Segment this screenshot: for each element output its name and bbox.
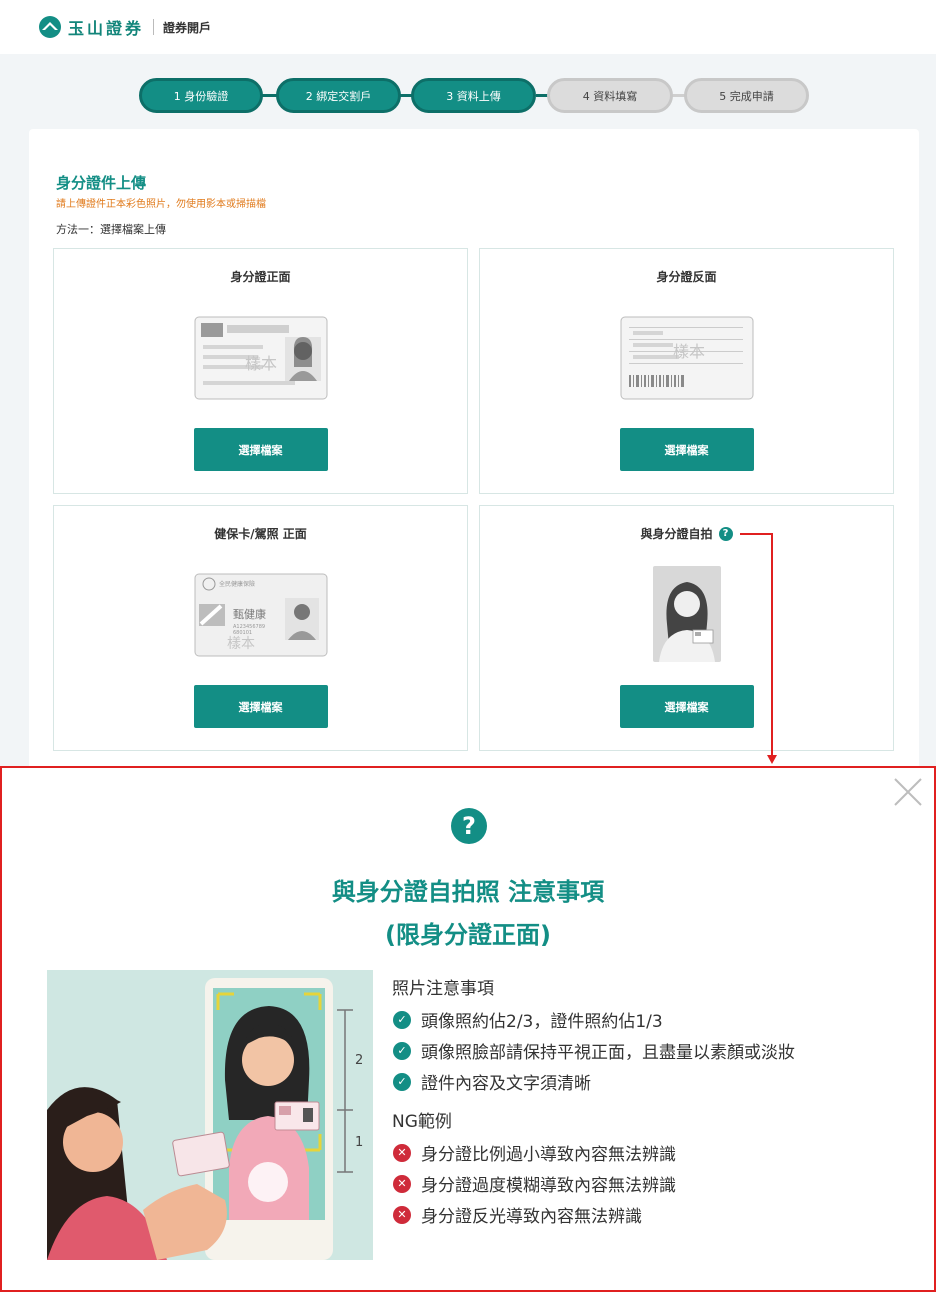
popup-title: 與身分證自拍照 注意事項 [331, 878, 605, 906]
method-label: 方法一：選擇檔案上傳 [56, 223, 166, 236]
cross-icon: ✕ [393, 1174, 411, 1193]
header-divider [153, 19, 155, 35]
choose-file-button-selfie[interactable]: 選擇檔案 [619, 685, 754, 728]
ratio-label-card: 1 [355, 1135, 363, 1150]
selfie-guide-illustration: 2 1 [47, 970, 373, 1260]
ratio-label-head: 2 [355, 1053, 363, 1068]
selfie-help-icon[interactable]: ? [718, 526, 733, 541]
tips-panel: 照片注意事項 ✓ 頭像照約佔2/3，證件照約佔1/3 ✓ 頭像照臉部請保持平視正面，… [392, 974, 912, 1230]
upload-box-selfie: 與身分證自拍 ? 選擇檔案 [479, 505, 894, 751]
step-3: 3 資料上傳 [411, 78, 536, 113]
choose-file-button-health-card[interactable]: 選擇檔案 [193, 685, 328, 728]
step-5: 5 完成申請 [684, 78, 809, 113]
tips-heading: 照片注意事項 [392, 979, 494, 999]
ng-text: 身分證比例過小導致內容無法辨識 [421, 1145, 676, 1165]
check-icon: ✓ [393, 1041, 411, 1060]
ng-item: ✕ 身分證比例過小導致內容無法辨識 [392, 1137, 912, 1168]
tip-text: 證件內容及文字須清晰 [421, 1074, 591, 1094]
check-icon: ✓ [393, 1072, 411, 1091]
tip-item: ✓ 頭像照臉部請保持平視正面，且盡量以素顏或淡妝 [392, 1035, 912, 1066]
upload-box-health-card: 健保卡/駕照 正面 全民健康保險 甄健康 A123456789 680101 樣… [53, 505, 468, 751]
id-front-sample-image: 樣本 [194, 316, 327, 400]
section-title: 身分證件上傳 [56, 174, 147, 192]
annotation-arrow-icon [767, 755, 777, 764]
header-section-title: 證券開戶 [163, 20, 212, 35]
box-title: 身分證正面 [54, 268, 467, 285]
upload-box-id-front: 身分證正面 樣本 選擇檔案 [53, 248, 468, 494]
annotation-connector [771, 533, 773, 760]
sample-stamp: 樣本 [227, 635, 255, 652]
upload-box-id-back: 身分證反面 樣本 選擇檔案 [479, 248, 894, 494]
box-title: 身分證反面 [480, 268, 893, 285]
annotation-connector [740, 533, 773, 535]
upload-card: 身分證件上傳 請上傳證件正本彩色照片，勿使用影本或掃描檔 方法一：選擇檔案上傳 … [29, 129, 919, 769]
tip-text: 頭像照約佔2/3，證件照約佔1/3 [421, 1012, 663, 1032]
ng-text: 身分證過度模糊導致內容無法辨識 [421, 1176, 676, 1196]
ng-text: 身分證反光導致內容無法辨識 [421, 1207, 642, 1227]
ng-item: ✕ 身分證反光導致內容無法辨識 [392, 1199, 912, 1230]
close-icon[interactable] [892, 776, 924, 808]
box-title-text: 身分證反面 [656, 270, 717, 284]
choose-file-button-id-front[interactable]: 選擇檔案 [193, 428, 328, 471]
ng-heading: NG範例 [392, 1112, 452, 1132]
cross-icon: ✕ [393, 1143, 411, 1162]
box-title: 健保卡/駕照 正面 [54, 525, 467, 542]
ng-item: ✕ 身分證過度模糊導致內容無法辨識 [392, 1168, 912, 1199]
sample-stamp: 樣本 [673, 342, 705, 361]
box-title-text: 身分證正面 [230, 270, 291, 284]
step-4: 4 資料填寫 [547, 78, 673, 113]
selfie-sample-image [652, 566, 721, 662]
id-back-sample-image: 樣本 [620, 316, 753, 400]
health-card-name: 甄健康 [233, 607, 266, 621]
esun-logo-icon [39, 16, 61, 38]
upload-notice: 請上傳證件正本彩色照片，勿使用影本或掃描檔 [56, 199, 266, 210]
question-icon: ? [451, 808, 487, 844]
popup-subtitle: (限身分證正面) [385, 921, 551, 949]
tip-item: ✓ 證件內容及文字須清晰 [392, 1066, 912, 1097]
health-card-sample-image: 全民健康保險 甄健康 A123456789 680101 樣本 [194, 573, 327, 657]
cross-icon: ✕ [393, 1205, 411, 1224]
brand-name: 玉山證券 [68, 19, 145, 38]
check-icon: ✓ [393, 1010, 411, 1029]
selfie-tips-popup: ? 與身分證自拍照 注意事項 (限身分證正面) 2 1 照片注意事項 ✓ 頭像照約… [0, 766, 936, 1292]
health-card-agency: 全民健康保險 [219, 580, 255, 588]
box-title-text: 與身分證自拍 [640, 527, 713, 541]
step-2: 2 綁定交割戶 [276, 78, 401, 113]
sample-stamp: 樣本 [245, 354, 277, 373]
tip-item: ✓ 頭像照約佔2/3，證件照約佔1/3 [392, 1004, 912, 1035]
step-1: 1 身份驗證 [139, 78, 263, 113]
box-title: 與身分證自拍 ? [480, 525, 893, 542]
tip-text: 頭像照臉部請保持平視正面，且盡量以素顏或淡妝 [421, 1043, 795, 1063]
choose-file-button-id-back[interactable]: 選擇檔案 [619, 428, 754, 471]
box-title-text: 健保卡/駕照 正面 [214, 527, 307, 541]
top-header: 玉山證券 證券開戶 [0, 0, 936, 54]
